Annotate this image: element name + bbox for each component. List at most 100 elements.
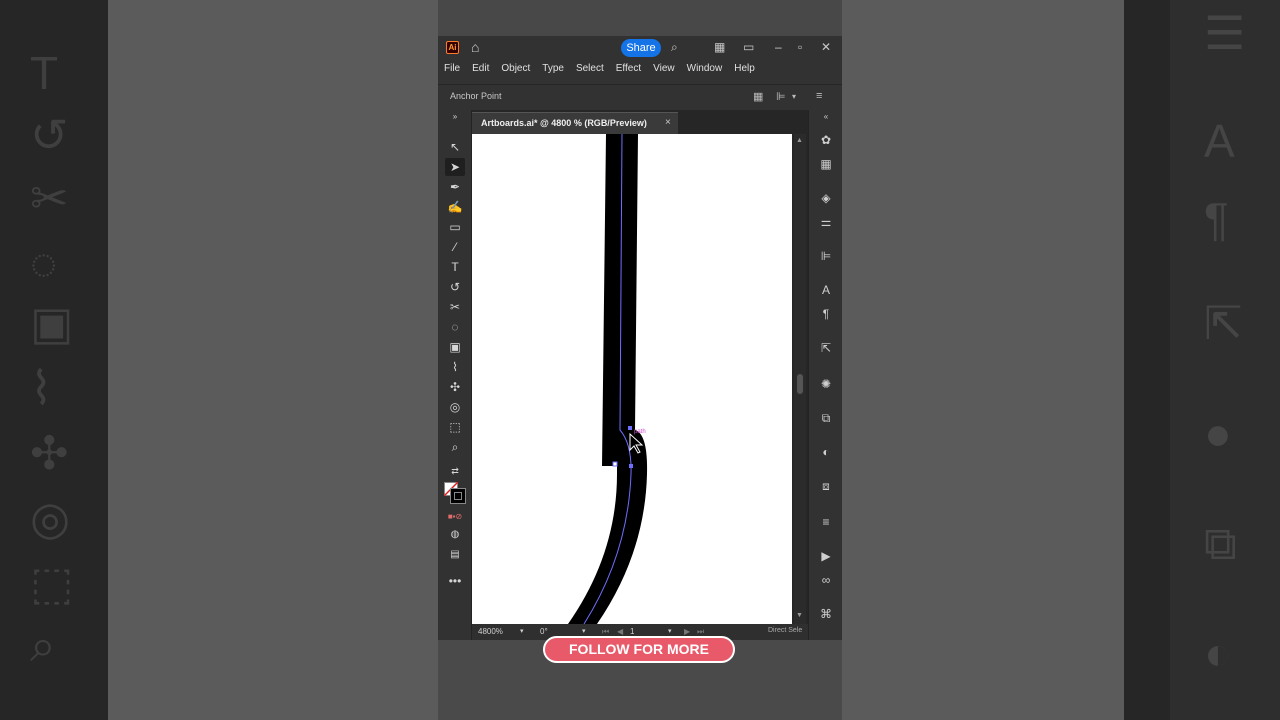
document-pane: Artboards.ai* @ 4800 % (RGB/Preview) × p… (472, 110, 808, 640)
menu-view[interactable]: View (653, 60, 681, 78)
menu-file[interactable]: File (444, 60, 466, 78)
rotation-value[interactable]: 0° (540, 627, 548, 636)
zoom-chevron-icon[interactable]: ▾ (520, 627, 524, 635)
align-panel-icon[interactable]: ⊫ (818, 248, 834, 264)
document-area: » ↖ ➤ ✒ ✍ ▭ ⁄ T ↺ ✂ ◌ ▣ ⌇ ✣ ◎ ⬚ ⌕ ⇄ ■▪⊘ … (438, 110, 842, 640)
stroke-swatch[interactable] (450, 488, 466, 504)
stroke-shape (568, 134, 648, 624)
curvature-tool-icon[interactable]: ✍ (445, 198, 465, 216)
rotation-chevron-icon[interactable]: ▾ (582, 627, 586, 635)
prev-artboard-icon[interactable]: ◀ (617, 627, 623, 636)
ghost-character-icon: A (1204, 115, 1235, 167)
menu-window[interactable]: Window (687, 60, 729, 78)
rectangle-tool-icon[interactable]: ▭ (445, 218, 465, 236)
shape-builder-tool-icon[interactable]: ◎ (445, 398, 465, 416)
screen-mode-icon[interactable]: ▤ (445, 546, 465, 564)
ghost-transform-icon: ⧉ (1204, 517, 1237, 569)
panels-dock: « ✿ ▦ ◈ ⚌ ⊫ A ¶ ⇱ ✺ ⧉ ◐ ⧈ ≡ ▶ ∞ ⌘ (808, 110, 842, 640)
scissors-tool-icon[interactable]: ✂ (445, 298, 465, 316)
panel-icon[interactable]: ▭ (743, 40, 754, 54)
document-tab-title: Artboards.ai* @ 4800 % (RGB/Preview) (481, 118, 647, 128)
ghost-export-icon: ⇱ (1204, 297, 1243, 349)
artboards-panel-icon[interactable]: ⧈ (818, 478, 834, 494)
draw-mode-icon[interactable]: ◍ (445, 526, 465, 544)
artwork: path (568, 134, 648, 624)
title-bar: Ai ⌂ Share ⌕ ▦ ▭ – ▫ ✕ (438, 36, 842, 58)
control-label: Anchor Point (450, 91, 502, 101)
ghost-align-icon: ☰ (1204, 7, 1246, 59)
gradient-tool-icon[interactable]: ▣ (445, 338, 465, 356)
scroll-thumb[interactable] (797, 374, 803, 394)
menu-effect[interactable]: Effect (616, 60, 647, 78)
minimize-icon[interactable]: – (775, 40, 782, 54)
illustrator-window: Ai ⌂ Share ⌕ ▦ ▭ – ▫ ✕ File Edit Object … (438, 36, 842, 640)
rotate-tool-icon[interactable]: ↺ (445, 278, 465, 296)
chevron-down-icon[interactable]: ▾ (792, 92, 796, 101)
next-artboard-icon[interactable]: ▶ (684, 627, 690, 636)
zoom-tool-icon[interactable]: ⌕ (445, 438, 465, 456)
appearance-panel-icon[interactable]: ✺ (818, 376, 834, 392)
selection-tool-icon[interactable]: ↖ (445, 138, 465, 156)
menu-object[interactable]: Object (501, 60, 536, 78)
zoom-level[interactable]: 4800% (478, 627, 503, 636)
menu-help[interactable]: Help (734, 60, 761, 78)
arrange-documents-icon[interactable]: ▦ (714, 40, 725, 54)
swatches-panel-icon[interactable]: ▦ (818, 156, 834, 172)
vertical-scrollbar[interactable]: ▲ ▼ (794, 134, 806, 624)
ghost-artboard-icon: ⬚ (30, 557, 74, 609)
ghost-type-icon: T (30, 47, 59, 99)
menu-edit[interactable]: Edit (472, 60, 495, 78)
app-logo: Ai (446, 41, 459, 54)
color-panel-icon[interactable]: ✿ (818, 132, 834, 148)
collapse-panels-icon[interactable]: « (818, 112, 834, 122)
symbols-panel-icon[interactable]: ⌘ (818, 606, 834, 622)
properties-panel-icon[interactable]: ⚌ (818, 214, 834, 230)
artboard-number[interactable]: 1 (630, 627, 634, 636)
type-tool-icon[interactable]: T (445, 258, 465, 276)
swap-fill-stroke-icon[interactable]: ⇄ (445, 462, 465, 480)
stroke-panel-icon[interactable]: ≡ (818, 514, 834, 530)
menu-type[interactable]: Type (542, 60, 570, 78)
transform-panel-icon[interactable]: ⧉ (818, 410, 834, 426)
ghost-puppet-icon: ✣ (30, 427, 69, 479)
document-tab[interactable]: Artboards.ai* @ 4800 % (RGB/Preview) × (472, 112, 678, 134)
more-tools-icon[interactable]: ••• (445, 572, 465, 590)
home-icon[interactable]: ⌂ (471, 40, 487, 54)
color-mode-icons[interactable]: ■▪⊘ (445, 508, 465, 526)
actions-panel-icon[interactable]: ▶ (818, 548, 834, 564)
ghost-rotate-icon: ↺ (30, 109, 69, 161)
paintbrush-tool-icon[interactable]: ⁄ (445, 238, 465, 256)
artboard-canvas[interactable]: path (472, 134, 792, 624)
scroll-down-icon[interactable]: ▼ (796, 612, 803, 619)
tools-panel: » ↖ ➤ ✒ ✍ ▭ ⁄ T ↺ ✂ ◌ ▣ ⌇ ✣ ◎ ⬚ ⌕ ⇄ ■▪⊘ … (438, 110, 472, 640)
close-icon[interactable]: ✕ (821, 40, 831, 54)
character-panel-icon[interactable]: A (818, 282, 834, 298)
align-options-icon[interactable]: ⊫ (776, 90, 786, 103)
maximize-icon[interactable]: ▫ (798, 40, 802, 54)
control-menu-icon[interactable]: ≡ (816, 90, 822, 102)
ghost-scissors-icon: ✂ (30, 172, 69, 224)
menu-select[interactable]: Select (576, 60, 610, 78)
grid-icon[interactable]: ▦ (753, 90, 763, 103)
export-panel-icon[interactable]: ⇱ (818, 340, 834, 356)
direct-selection-tool-icon[interactable]: ➤ (445, 158, 465, 176)
pathfinder-panel-icon[interactable]: ◐ (818, 444, 834, 460)
artboard-tool-icon[interactable]: ⬚ (445, 418, 465, 436)
pen-tool-icon[interactable]: ✒ (445, 178, 465, 196)
collapse-toolbar-icon[interactable]: » (445, 112, 465, 122)
background-toolbar-strip (0, 0, 108, 720)
layers-panel-icon[interactable]: ◈ (818, 190, 834, 206)
artboard-chevron-icon[interactable]: ▾ (668, 627, 672, 635)
ghost-shape-builder-icon: ◎ (30, 492, 71, 544)
eyedropper-tool-icon[interactable]: ⌇ (445, 358, 465, 376)
lasso-tool-icon[interactable]: ◌ (445, 318, 465, 336)
scroll-up-icon[interactable]: ▲ (796, 137, 803, 144)
search-icon[interactable]: ⌕ (671, 40, 678, 54)
puppet-warp-tool-icon[interactable]: ✣ (445, 378, 465, 396)
share-button[interactable]: Share (621, 39, 661, 57)
links-panel-icon[interactable]: ∞ (818, 572, 834, 588)
follow-for-more-button[interactable]: FOLLOW FOR MORE (543, 636, 735, 663)
paragraph-panel-icon[interactable]: ¶ (818, 306, 834, 322)
background-panel-strip-2 (1170, 0, 1280, 720)
tab-close-icon[interactable]: × (665, 117, 671, 128)
